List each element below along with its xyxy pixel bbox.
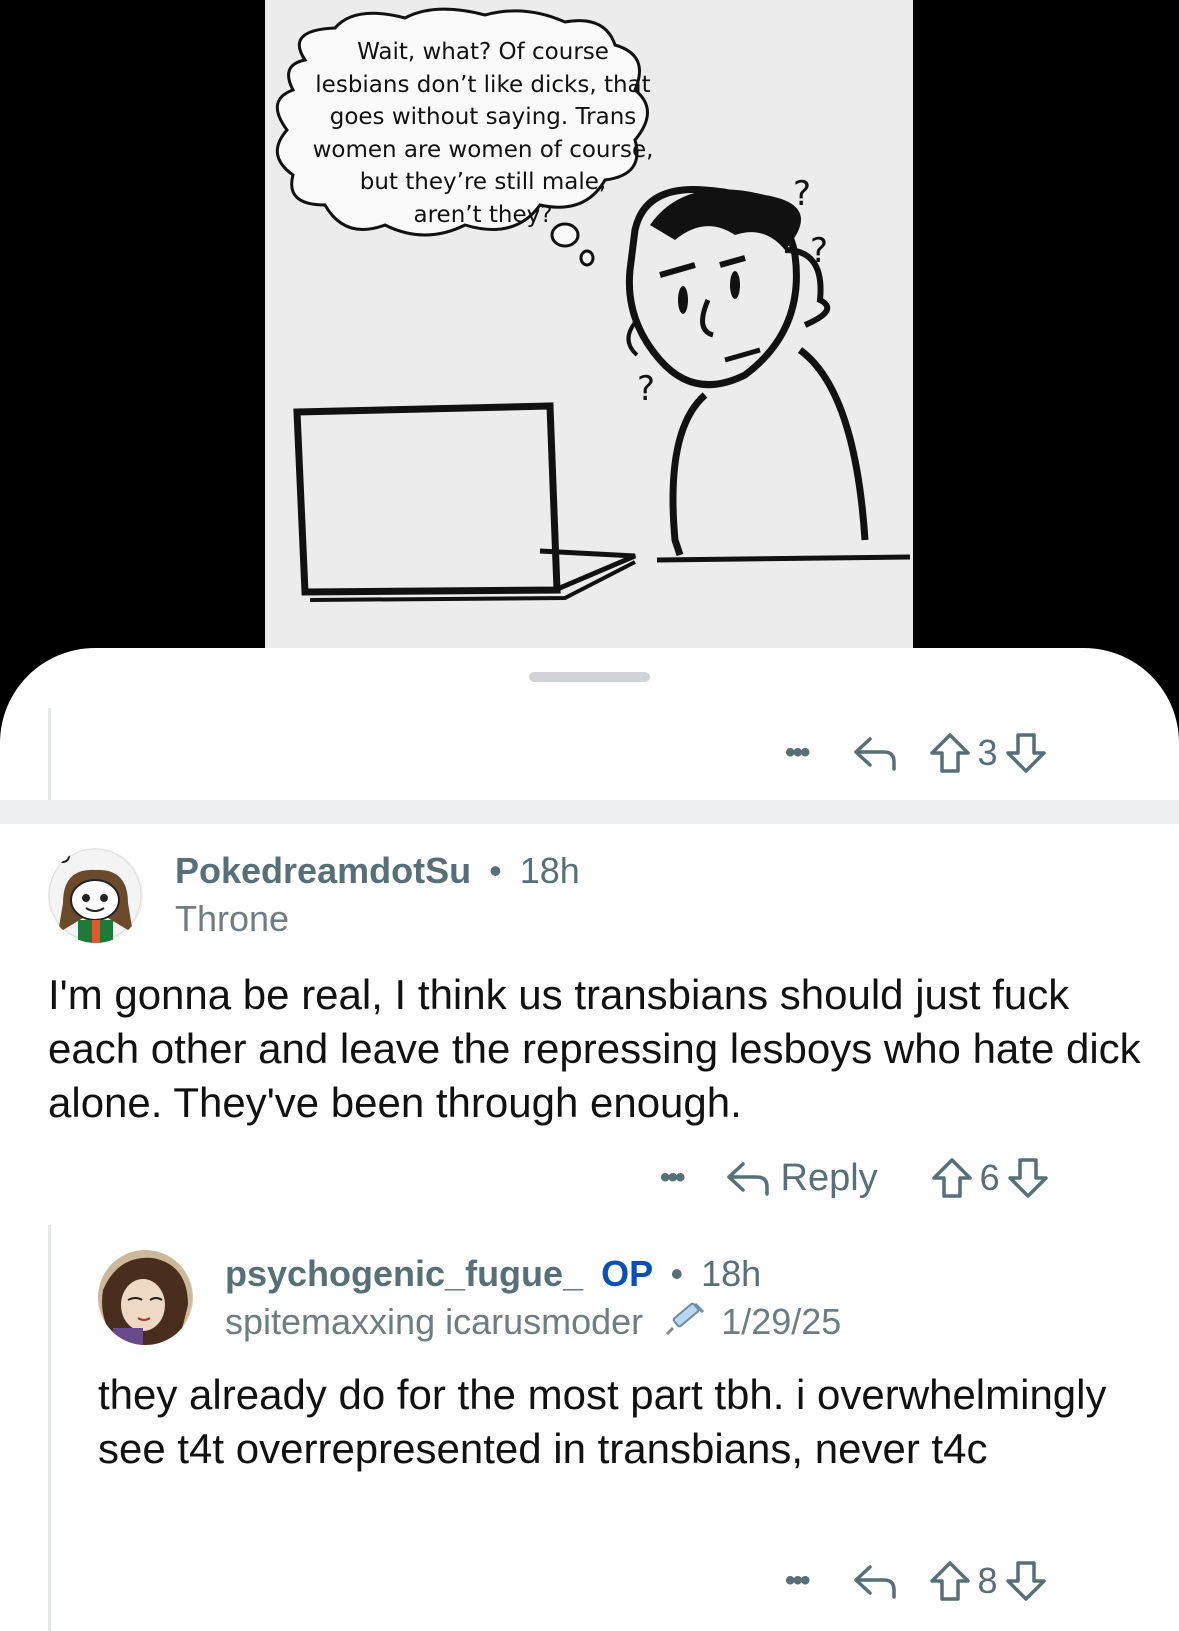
user-flair: Throne [175,898,290,939]
vote-count: 3 [977,732,998,773]
thought-line: goes without saying. Trans [329,104,637,130]
thought-line: Wait, what? Of course [357,39,609,65]
upvote-icon[interactable] [928,1559,972,1603]
thought-line: but they’re still male, [359,169,607,195]
flair-text: spitemaxxing icarusmoder [225,1301,644,1343]
comments-sheet [0,648,1179,1631]
reply-label: Reply [780,1156,878,1199]
comment-header: psychogenic_fugue_ OP • 18h [225,1253,761,1295]
flair-date: 1/29/25 [721,1301,842,1343]
comment-body: they already do for the most part tbh. i… [98,1371,1107,1472]
comment-divider [0,800,1179,824]
downvote-icon[interactable] [1006,1156,1050,1200]
separator: • [670,1253,684,1294]
thought-line: aren’t they? [413,201,553,228]
comment-header: PokedreamdotSu • 18h [175,850,580,892]
comment-action-bar: ••• Reply 6 [660,1150,1050,1206]
timestamp: 18h [519,850,580,891]
question-mark: ? [637,369,655,409]
user-flair: spitemaxxing icarusmoder 1/29/25 [225,1300,841,1349]
thread-line [48,1225,51,1631]
syringe-icon [659,1300,705,1349]
comment-action-bar: ••• 8 [785,1553,1048,1609]
vote-count: 8 [977,1560,998,1601]
more-options-button[interactable]: ••• [785,736,810,770]
comic-image[interactable]: ? ? ? Wait, what? Of course lesbians don… [265,0,913,648]
upvote-icon[interactable] [930,1156,974,1200]
avatar[interactable] [48,848,143,943]
post-action-bar: ••• 3 [785,725,1048,781]
separator: • [489,850,502,891]
more-options-button[interactable]: ••• [660,1161,685,1195]
reply-button[interactable]: Reply [725,1157,878,1200]
question-mark: ? [810,231,828,271]
reply-icon[interactable] [852,733,898,773]
downvote-icon[interactable] [1004,1559,1048,1603]
upvote-icon[interactable] [928,731,972,775]
username[interactable]: PokedreamdotSu [175,850,471,891]
question-mark: ? [793,174,811,214]
reply-icon[interactable] [852,1561,898,1601]
op-badge: OP [601,1253,653,1294]
timestamp: 18h [701,1253,762,1294]
thread-line [48,708,51,800]
username[interactable]: psychogenic_fugue_ [225,1253,583,1294]
reply-icon [726,1162,769,1196]
thought-bubble-text: Wait, what? Of course lesbians don’t lik… [283,36,683,231]
vote-count: 6 [979,1157,1000,1198]
sheet-grabber-handle[interactable] [529,672,650,682]
thought-line: lesbians don’t like dicks, that [315,71,651,98]
thought-line: women are women of course, [312,136,654,163]
comment-body: I'm gonna be real, I think us transbians… [48,971,1141,1126]
avatar[interactable] [98,1250,193,1345]
downvote-icon[interactable] [1004,731,1048,775]
more-options-button[interactable]: ••• [785,1564,810,1598]
